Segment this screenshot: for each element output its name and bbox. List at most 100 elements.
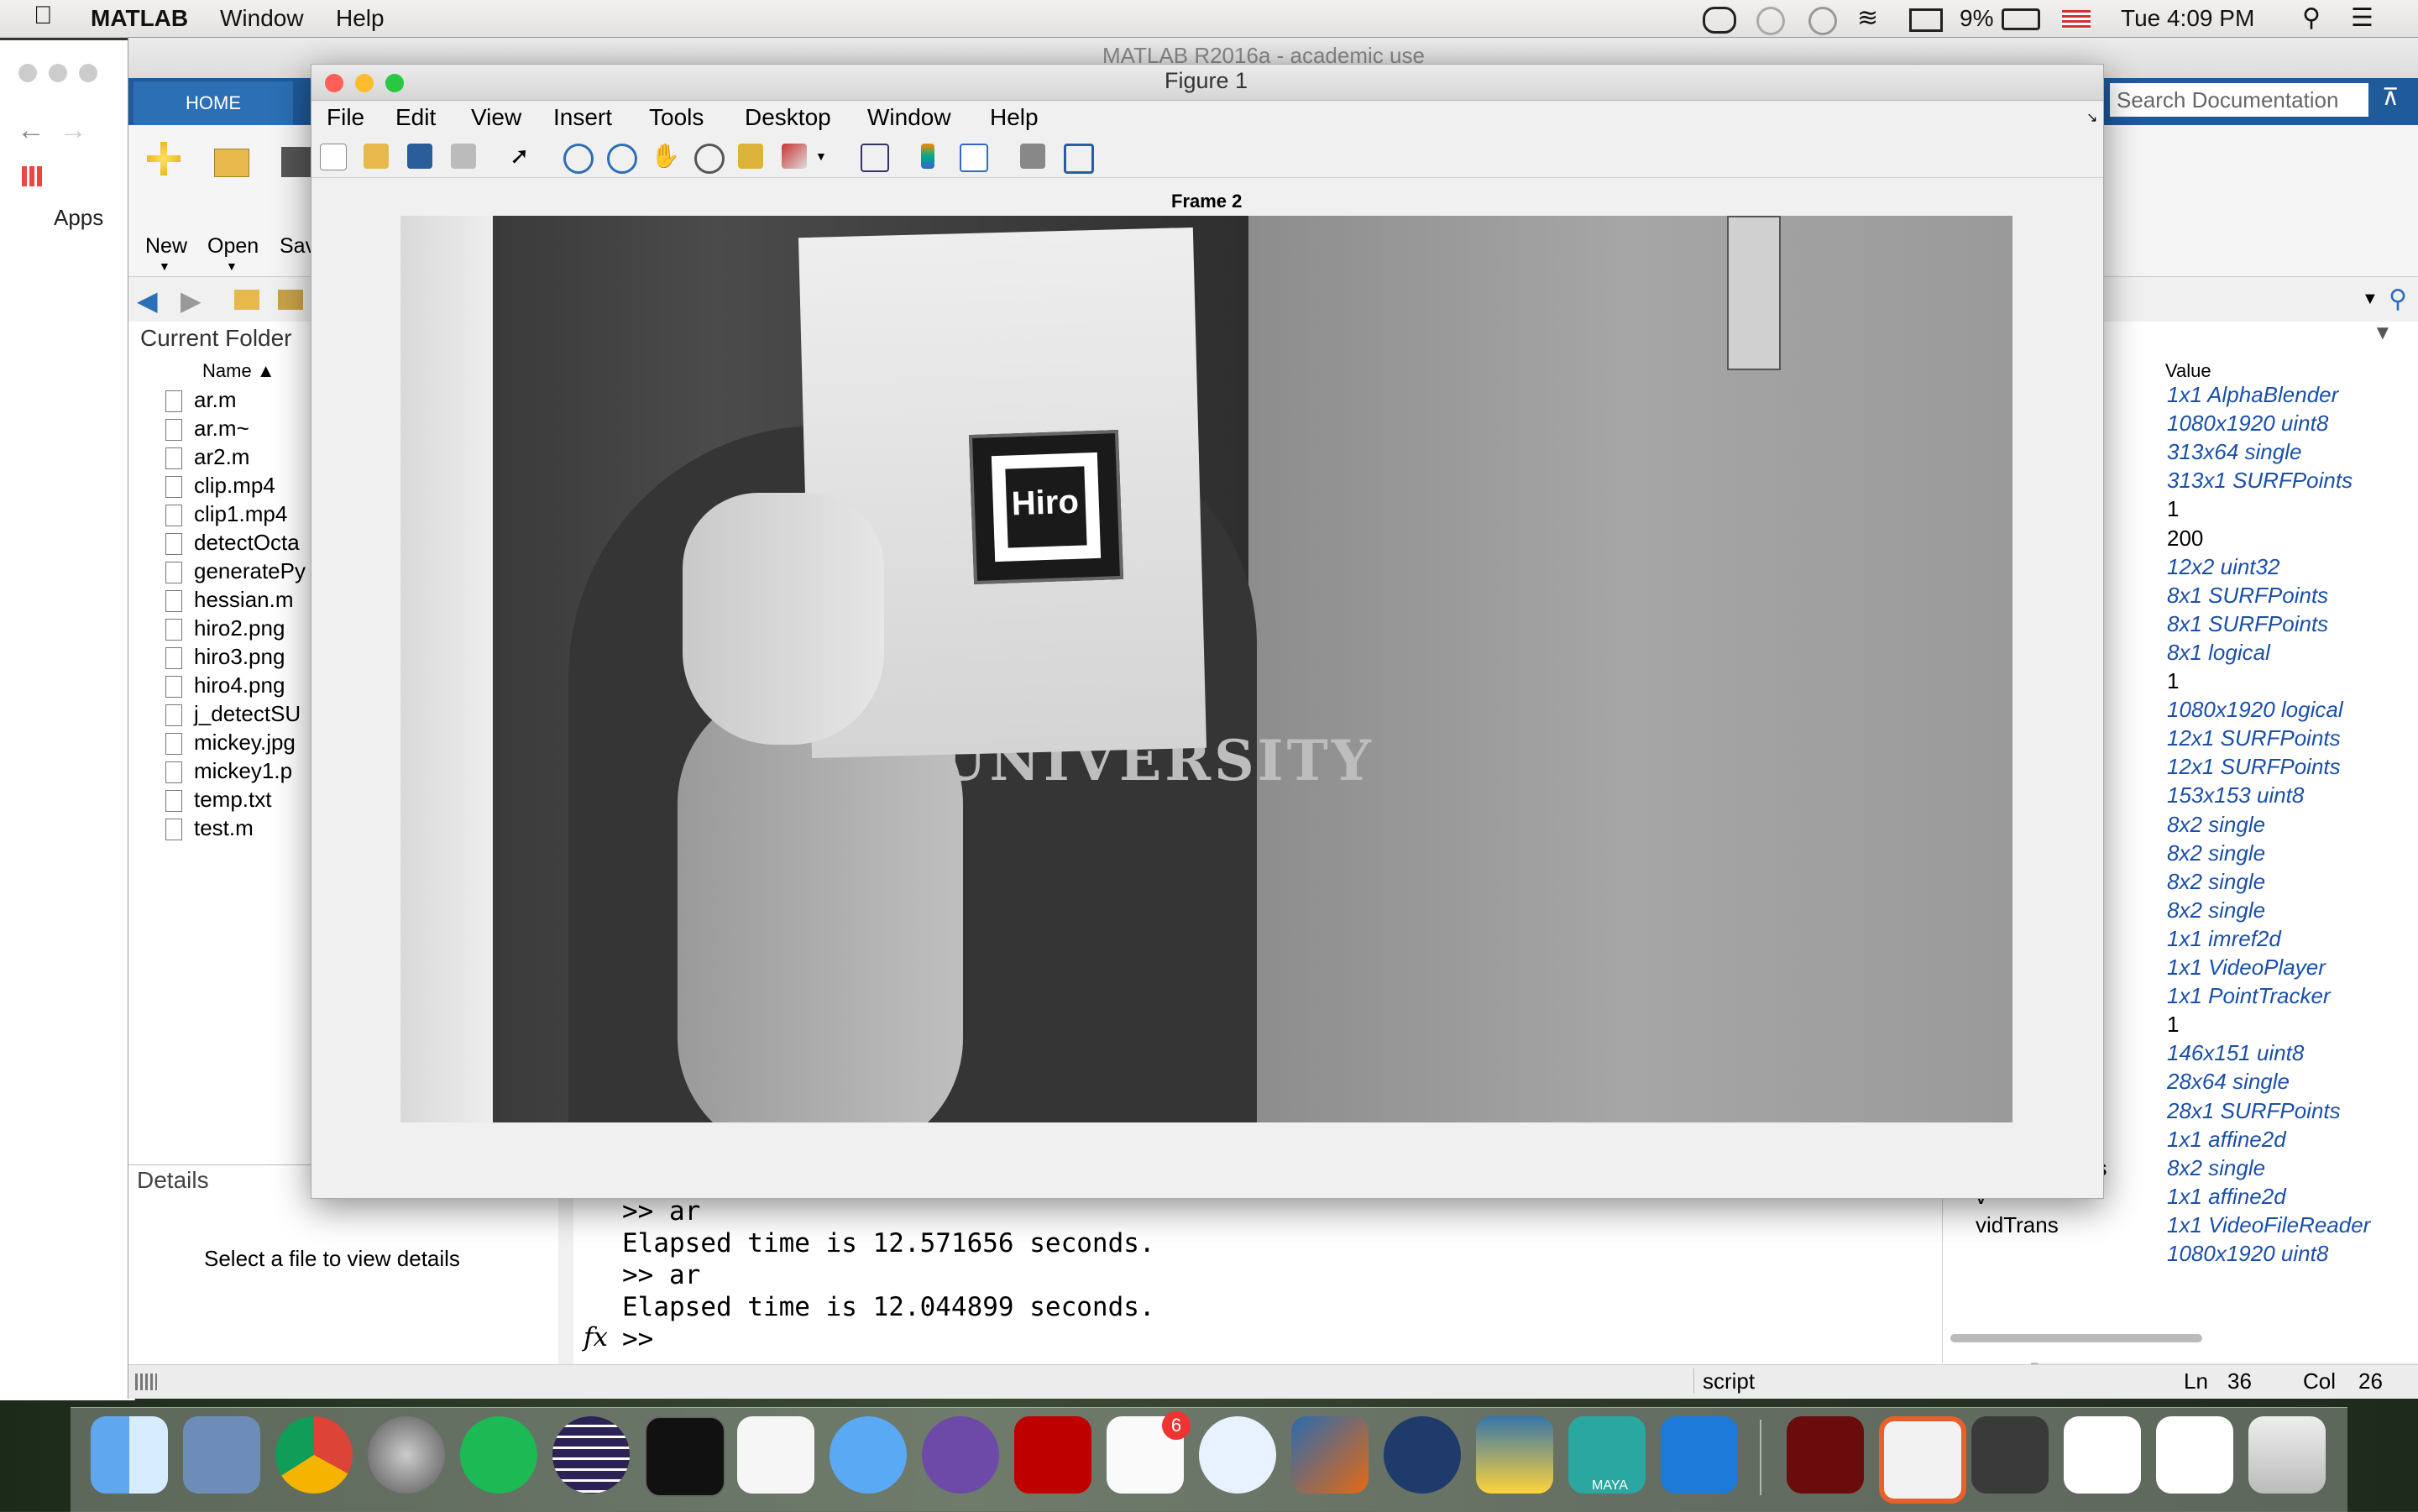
eclipse-icon[interactable] (552, 1416, 630, 1494)
finder-icon[interactable] (91, 1416, 168, 1494)
acrobat-icon[interactable] (1787, 1416, 1864, 1494)
minimize-button[interactable] (355, 74, 374, 92)
zoom-button[interactable] (385, 74, 404, 92)
save-icon[interactable] (281, 147, 311, 177)
dock-divider (1760, 1420, 1761, 1495)
matlab-icon[interactable] (1291, 1416, 1369, 1494)
menu-help[interactable]: Help (336, 5, 385, 32)
chevron-down-icon[interactable]: ▼ (226, 259, 238, 273)
new-button[interactable]: New (145, 234, 187, 259)
minimized-window-thumb[interactable] (1971, 1416, 2049, 1494)
legend-icon[interactable] (960, 144, 988, 172)
new-figure-icon[interactable] (320, 144, 347, 170)
menu-tools[interactable]: Tools (649, 104, 704, 131)
variable-value: 1 (2167, 496, 2180, 522)
zoom-out-icon[interactable] (607, 144, 637, 174)
chevron-down-icon[interactable]: ▼ (815, 144, 827, 169)
back-arrow-icon[interactable]: ◀ (137, 285, 158, 317)
table-row[interactable]: 1080x1920 uint8 (1942, 1241, 2412, 1268)
colorbar-icon[interactable] (921, 144, 934, 169)
data-cursor-icon[interactable] (738, 144, 763, 169)
python-launcher-icon[interactable] (1476, 1416, 1553, 1494)
trash-icon[interactable] (2248, 1416, 2326, 1494)
menu-edit[interactable]: Edit (395, 104, 436, 131)
workspace-options-icon[interactable]: ▼ (2373, 322, 2393, 345)
new-script-icon[interactable] (147, 142, 181, 175)
photos-preview-icon[interactable] (183, 1416, 260, 1494)
notification-center-icon[interactable]: ☰ (2351, 3, 2374, 33)
rotate-3d-icon[interactable] (694, 144, 725, 174)
forward-arrow-icon[interactable]: ▶ (181, 285, 202, 317)
file-icon (165, 704, 182, 726)
airplay-icon[interactable] (1909, 8, 1943, 32)
workspace-value-header[interactable]: Value (2165, 360, 2211, 382)
menu-insert[interactable]: Insert (553, 104, 612, 131)
workspace-search-icon[interactable]: ⚲ (2389, 285, 2407, 314)
clock[interactable]: Tue 4:09 PM (2121, 5, 2254, 32)
spotify-icon[interactable] (460, 1416, 537, 1494)
command-window[interactable]: >> ar Elapsed time is 12.571656 seconds.… (573, 1196, 2038, 1391)
apple-icon[interactable]:  (34, 2, 53, 30)
menu-file[interactable]: File (327, 104, 364, 131)
open-folder-icon[interactable] (214, 149, 249, 177)
workspace-dropdown-icon[interactable]: ▼ (2362, 290, 2379, 309)
brush-icon[interactable] (782, 144, 807, 169)
function-browser-icon[interactable]: fx (584, 1322, 608, 1352)
chevron-down-icon[interactable]: ▼ (159, 259, 170, 273)
quicktime-icon[interactable] (1384, 1416, 1461, 1494)
status-grip-icon[interactable] (135, 1373, 157, 1390)
pan-hand-icon[interactable]: ✋ (651, 144, 680, 169)
app-menu-matlab[interactable]: MATLAB (91, 5, 188, 32)
messenger-icon[interactable] (1199, 1416, 1276, 1494)
terminal-icon[interactable] (645, 1416, 725, 1497)
link-plot-icon[interactable] (861, 144, 889, 172)
menu-help[interactable]: Help (990, 104, 1039, 131)
undock-icon[interactable]: ↘ (2086, 109, 2097, 126)
collapse-toolstrip-icon[interactable]: ⊼ (2382, 83, 2400, 111)
name-column-header[interactable]: Name ▲ (202, 360, 275, 382)
time-machine-icon[interactable] (1808, 7, 1837, 35)
menu-window[interactable]: Window (220, 5, 304, 32)
github-desktop-icon[interactable] (922, 1416, 999, 1494)
hide-plot-tools-icon[interactable] (1020, 144, 1045, 169)
command-output: Elapsed time is 12.571656 seconds. (622, 1228, 1155, 1258)
chrome-icon[interactable] (275, 1416, 353, 1494)
table-row[interactable]: vidTrans 1x1 VideoFileReader (1942, 1212, 2412, 1239)
menu-view[interactable]: View (471, 104, 521, 131)
forward-icon[interactable]: → (59, 114, 87, 147)
tab-home[interactable]: HOME (133, 81, 293, 125)
apps-bookmark[interactable]: Apps (54, 205, 103, 231)
spotlight-icon[interactable]: ⚲ (2302, 3, 2321, 33)
creative-cloud-icon[interactable] (1703, 7, 1736, 34)
save-figure-icon[interactable] (407, 144, 432, 169)
minimized-document-thumb[interactable] (2156, 1416, 2233, 1494)
pointer-icon[interactable]: ➚ (510, 144, 535, 169)
open-button[interactable]: Open (207, 234, 259, 259)
wifi-icon[interactable]: ≋ (1857, 3, 1878, 33)
system-preferences-icon[interactable] (368, 1416, 445, 1494)
flag-icon[interactable] (2062, 10, 2091, 29)
textedit-icon[interactable] (737, 1416, 814, 1494)
up-folder-icon[interactable] (234, 290, 259, 310)
minimized-document-thumb[interactable] (2064, 1416, 2141, 1494)
sketchbook-icon[interactable] (1879, 1416, 1966, 1504)
sync-icon[interactable] (1756, 7, 1785, 35)
back-icon[interactable]: ← (17, 114, 45, 147)
apps-grid-icon[interactable] (22, 166, 42, 186)
open-file-icon[interactable] (364, 144, 389, 169)
menu-window[interactable]: Window (867, 104, 951, 131)
show-plot-tools-icon[interactable] (1064, 144, 1094, 174)
browse-folder-icon[interactable] (278, 290, 303, 310)
search-documentation-input[interactable]: Search Documentation (2110, 83, 2368, 117)
battery-icon[interactable] (2002, 8, 2040, 30)
close-button[interactable] (325, 74, 343, 92)
zoom-in-icon[interactable] (563, 144, 594, 174)
menu-desktop[interactable]: Desktop (745, 104, 831, 131)
workspace-hscrollbar[interactable] (1950, 1334, 2202, 1342)
command-prompt[interactable]: >> (622, 1324, 653, 1354)
file-name: detectOcta (194, 530, 300, 555)
filezilla-icon[interactable] (1014, 1416, 1091, 1494)
print-icon[interactable] (451, 144, 476, 169)
messages-icon[interactable] (830, 1416, 907, 1494)
xcode-icon[interactable] (1661, 1416, 1738, 1494)
